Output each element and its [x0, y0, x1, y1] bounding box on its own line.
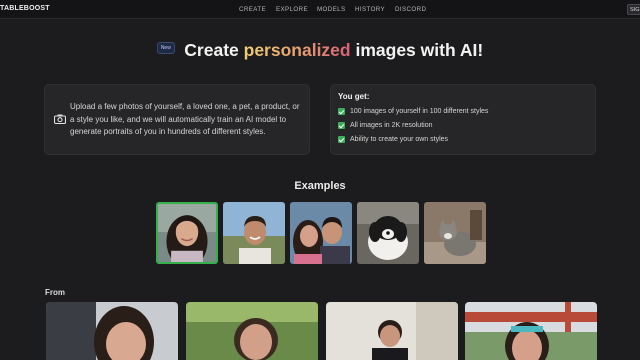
from-heading: From: [45, 288, 65, 297]
examples-heading: Examples: [294, 180, 346, 192]
intro-card: Upload a few photos of yourself, a loved…: [44, 84, 310, 155]
title-highlight: personalized: [243, 40, 351, 60]
source-photo-image: [326, 302, 458, 360]
nav-create[interactable]: CREATE: [239, 6, 266, 13]
nav-explore[interactable]: EXPLORE: [276, 6, 308, 13]
page-title: Create personalized images with AI!: [184, 40, 483, 61]
top-nav: TABLEBOOST CREATE EXPLORE MODELS HISTORY…: [0, 0, 640, 19]
feature-label: All images in 2K resolution: [350, 122, 433, 129]
nav-models[interactable]: MODELS: [317, 6, 346, 13]
feature-item: 100 images of yourself in 100 different …: [338, 108, 488, 115]
check-icon: [338, 108, 345, 115]
couple-selfie-image: [290, 202, 352, 264]
new-badge: New: [156, 41, 175, 54]
feature-item: All images in 2K resolution: [338, 122, 433, 129]
check-icon: [338, 136, 345, 143]
source-photo[interactable]: [46, 302, 178, 360]
example-thumb-cat[interactable]: [424, 202, 486, 264]
intro-text: Upload a few photos of yourself, a loved…: [70, 102, 300, 136]
check-icon: [338, 122, 345, 129]
example-thumb-couple[interactable]: [290, 202, 352, 264]
example-thumb-man[interactable]: [223, 202, 285, 264]
sign-in-button[interactable]: SIG: [627, 4, 640, 15]
features-heading: You get:: [338, 92, 370, 101]
nav-history[interactable]: HISTORY: [355, 6, 385, 13]
source-photo[interactable]: [186, 302, 318, 360]
example-thumb-woman[interactable]: [156, 202, 218, 264]
source-photo-image: [465, 302, 597, 360]
source-photo-image: [46, 302, 178, 360]
feature-label: Ability to create your own styles: [350, 136, 449, 143]
feature-label: 100 images of yourself in 100 different …: [350, 108, 489, 115]
camera-icon: [54, 114, 66, 124]
title-pre: Create: [184, 40, 244, 60]
woman-portrait-image: [158, 204, 216, 262]
cat-photo-image: [424, 202, 486, 264]
nav-discord[interactable]: DISCORD: [395, 6, 426, 13]
source-photo[interactable]: [326, 302, 458, 360]
title-post: images with AI!: [350, 40, 484, 60]
dog-photo-image: [357, 202, 419, 264]
man-selfie-image: [223, 202, 285, 264]
source-photo-image: [186, 302, 318, 360]
hero: New Create personalized images with AI!: [0, 40, 640, 61]
feature-item: Ability to create your own styles: [338, 136, 448, 143]
example-thumb-dog[interactable]: [357, 202, 419, 264]
source-photo[interactable]: [465, 302, 597, 360]
logo[interactable]: TABLEBOOST: [0, 5, 50, 12]
features-card: You get: 100 images of yourself in 100 d…: [330, 84, 596, 155]
